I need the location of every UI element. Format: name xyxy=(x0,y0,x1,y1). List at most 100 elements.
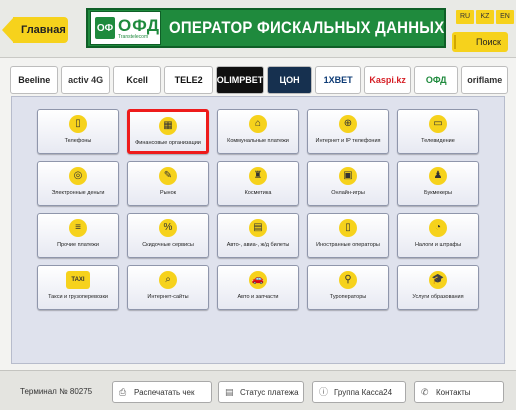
home-button[interactable]: Главная xyxy=(2,17,68,43)
info-icon: ⓘ xyxy=(319,387,329,397)
phone-handset-icon: ✆ xyxy=(421,387,429,397)
service-tile-label: Косметика xyxy=(244,190,272,196)
service-tile-label: Телефоны xyxy=(64,138,92,144)
service-tile[interactable]: ⚲ Туроператоры xyxy=(307,265,389,310)
service-tile[interactable]: ⌕ Интернет-сайты xyxy=(127,265,209,310)
service-tile-label: Скидочные сервисы xyxy=(142,242,194,248)
discount-icon: % xyxy=(159,219,177,237)
list-icon: ≡ xyxy=(69,219,87,237)
service-tile[interactable]: ▦ Финансовые организации xyxy=(127,109,209,154)
service-tile[interactable]: ◎ Электронные деньги xyxy=(37,161,119,206)
ofd-logo-subtext: Transtelecom xyxy=(118,33,149,40)
partner-logo[interactable]: ОФД xyxy=(413,66,459,94)
service-tile[interactable]: ▯ Иностранные операторы xyxy=(307,213,389,258)
service-tile[interactable]: % Скидочные сервисы xyxy=(127,213,209,258)
service-tile-label: Такси и грузоперевозки xyxy=(48,294,108,300)
contacts-button[interactable]: ✆ Контакты xyxy=(414,381,504,403)
ofd-logo-mark: ОФ xyxy=(95,17,115,39)
kiosk-screen: Главная ОФ ОФД Transtelecom ОПЕРАТОР ФИС… xyxy=(0,0,516,410)
service-tile[interactable]: ♜ Косметика xyxy=(217,161,299,206)
taxi-icon: TAXI xyxy=(66,271,90,289)
service-tile-label: Интернет и IP телефония xyxy=(315,138,381,144)
banner-title: ОПЕРАТОР ФИСКАЛЬНЫХ ДАННЫХ xyxy=(168,18,445,37)
magnifier-icon: ⌕ xyxy=(159,271,177,289)
service-tile-label: Финансовые организации xyxy=(135,140,201,146)
service-tile[interactable]: ▭ Телевидение xyxy=(397,109,479,154)
service-tile-label: Букмекеры xyxy=(423,190,453,196)
service-tile[interactable]: ≡ Прочие платежи xyxy=(37,213,119,258)
lang-ru-button[interactable]: RU xyxy=(456,10,474,24)
group-kassa24-button[interactable]: ⓘ Группа Касса24 xyxy=(312,381,406,403)
service-tile-label: Авто и запчасти xyxy=(237,294,279,300)
service-tile[interactable]: 🚗 Авто и запчасти xyxy=(217,265,299,310)
service-tile-label: Интернет-сайты xyxy=(147,294,189,300)
service-tile[interactable]: TAXI Такси и грузоперевозки xyxy=(37,265,119,310)
service-tile-label: Онлайн-игры xyxy=(331,190,365,196)
gamepad-icon: ▣ xyxy=(339,167,357,185)
header: Главная ОФ ОФД Transtelecom ОПЕРАТОР ФИС… xyxy=(0,0,516,58)
cosmetics-icon: ♜ xyxy=(249,167,267,185)
payment-status-label: Статус платежа xyxy=(240,387,299,397)
car-icon: 🚗 xyxy=(249,271,267,289)
market-icon: ✎ xyxy=(159,167,177,185)
group-kassa24-label: Группа Касса24 xyxy=(334,387,393,397)
service-tile[interactable]: ⊕ Интернет и IP телефония xyxy=(307,109,389,154)
partner-logo[interactable]: TELE2 xyxy=(164,66,213,94)
tv-icon: ▭ xyxy=(429,115,447,133)
bookmaker-icon: ♟ xyxy=(429,167,447,185)
building-icon: ▦ xyxy=(159,117,177,135)
partner-logo[interactable]: Kcell xyxy=(112,66,162,94)
globe-icon: ⊕ xyxy=(339,115,357,133)
footer: Терминал № 80275 ⎙ Распечатать чек ▤ Ста… xyxy=(0,370,516,410)
lang-kz-button[interactable]: KZ xyxy=(476,10,494,24)
service-tile-label: Коммунальные платежи xyxy=(227,138,289,144)
partner-logos: Beeline activ 4G Kcell TELE2 OLIMPBET ЦОН 1XBE… xyxy=(10,66,508,96)
ofd-logo-text: ОФД xyxy=(118,15,160,35)
home-button-label: Главная xyxy=(13,17,68,43)
partner-logo[interactable]: oriflame xyxy=(461,66,508,94)
services-panel: ▯ Телефоны ▦ Финансовые организации ⌂ Коммуна… xyxy=(11,96,505,364)
printer-icon: ⎙ xyxy=(119,387,127,397)
partner-logo[interactable]: OLIMPBET xyxy=(215,66,265,94)
operator-banner: ОФ ОФД Transtelecom ОПЕРАТОР ФИСКАЛЬНЫХ … xyxy=(86,8,446,48)
service-tile-label: Налоги и штрафы xyxy=(414,242,462,248)
document-icon: ▤ xyxy=(225,387,234,397)
service-tile-label: Авто-, авиа-, ж/д билеты xyxy=(226,242,290,248)
service-tile-label: Прочие платежи xyxy=(57,242,99,248)
search-button[interactable]: Поиск xyxy=(452,32,508,52)
service-tile[interactable]: ✎ Рынок xyxy=(127,161,209,206)
pie-chart-icon: ◔ xyxy=(429,219,447,237)
payment-status-button[interactable]: ▤ Статус платежа xyxy=(218,381,304,403)
house-icon: ⌂ xyxy=(249,115,267,133)
service-tile[interactable]: ▣ Онлайн-игры xyxy=(307,161,389,206)
partner-logo[interactable]: Beeline xyxy=(10,66,59,94)
service-tile[interactable]: ▯ Телефоны xyxy=(37,109,119,154)
ofd-logo: ОФ ОФД Transtelecom xyxy=(90,11,161,45)
print-receipt-label: Распечатать чек xyxy=(134,387,195,397)
service-tile-label: Услуги образования xyxy=(412,294,464,300)
terminal-number: Терминал № 80275 xyxy=(20,387,93,396)
service-tile-label: Электронные деньги xyxy=(51,190,105,196)
service-tile[interactable]: ◔ Налоги и штрафы xyxy=(397,213,479,258)
partner-logo[interactable]: 1XBET xyxy=(314,66,362,94)
partner-logo[interactable]: activ 4G xyxy=(61,66,110,94)
mobile-icon: ▯ xyxy=(339,219,357,237)
service-tile-label: Телевидение xyxy=(421,138,455,144)
service-tile[interactable]: 🎓 Услуги образования xyxy=(397,265,479,310)
train-icon: ▤ xyxy=(249,219,267,237)
search-button-label: Поиск xyxy=(476,37,501,47)
partner-logo[interactable]: ЦОН xyxy=(267,66,312,94)
contacts-label: Контакты xyxy=(436,387,471,397)
service-tile-label: Иностранные операторы xyxy=(316,242,380,248)
coins-icon: ◎ xyxy=(69,167,87,185)
service-tile[interactable]: ▤ Авто-, авиа-, ж/д билеты xyxy=(217,213,299,258)
partner-logo[interactable]: Kaspi.kz xyxy=(364,66,411,94)
service-tile[interactable]: ⌂ Коммунальные платежи xyxy=(217,109,299,154)
service-tile-label: Туроператоры xyxy=(329,294,367,300)
print-receipt-button[interactable]: ⎙ Распечатать чек xyxy=(112,381,212,403)
phone-icon: ▯ xyxy=(69,115,87,133)
service-tile-label: Рынок xyxy=(159,190,177,196)
service-tile[interactable]: ♟ Букмекеры xyxy=(397,161,479,206)
graduation-cap-icon: 🎓 xyxy=(429,271,447,289)
lang-en-button[interactable]: EN xyxy=(496,10,514,24)
